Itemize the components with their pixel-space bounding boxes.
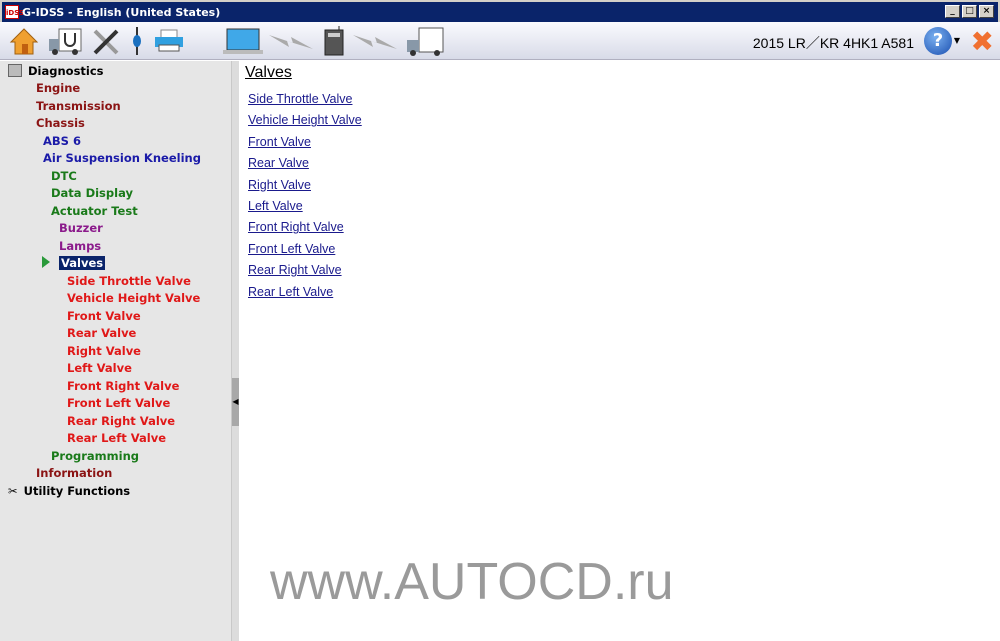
lightning-icon	[350, 26, 400, 56]
close-window-button[interactable]: ×	[979, 5, 994, 18]
app-icon: iDSS	[5, 5, 24, 19]
tree-item-label: Engine	[36, 81, 81, 95]
minimize-button[interactable]: _	[945, 5, 960, 18]
valve-link[interactable]: Rear Valve	[248, 156, 309, 170]
splitter[interactable]	[232, 61, 239, 641]
tree-item-label: Valves	[59, 256, 106, 270]
valve-link[interactable]: Front Left Valve	[248, 242, 335, 256]
wrench-icon: ✂	[8, 484, 18, 498]
maximize-button[interactable]: □	[962, 5, 977, 18]
tree-item[interactable]: Side Throttle Valve	[67, 273, 191, 289]
diagnostics-icon	[8, 64, 22, 77]
tree-item[interactable]: Engine	[36, 80, 80, 96]
tree-item-label: ABS 6	[43, 133, 81, 148]
tree-item-label: Rear Left Valve	[67, 431, 166, 445]
tree-item-label: Front Right Valve	[67, 378, 180, 393]
tree-item-label: Transmission	[36, 98, 121, 113]
tree-item[interactable]: Front Valve	[67, 308, 141, 324]
tree-item-label: Lamps	[59, 238, 102, 253]
tree-item-label: Front Valve	[67, 308, 141, 323]
page-title: Valves	[245, 64, 292, 81]
lightning-icon	[266, 26, 316, 56]
tree-item[interactable]: Vehicle Height Valve	[67, 290, 200, 306]
selected-arrow-icon	[42, 256, 50, 268]
valve-link[interactable]: Rear Right Valve	[248, 263, 342, 277]
tree-item-label: Data Display	[51, 186, 133, 200]
tree-item-label: Actuator Test	[51, 203, 138, 218]
valve-link[interactable]: Rear Left Valve	[248, 285, 333, 299]
tree-item[interactable]: Right Valve	[67, 343, 141, 359]
tree-item-label: Left Valve	[67, 361, 132, 375]
help-icon[interactable]: ?	[924, 27, 952, 55]
tree-item-label: Rear Valve	[67, 326, 137, 340]
tree-item[interactable]: Front Right Valve	[67, 378, 179, 394]
valve-link[interactable]: Right Valve	[248, 178, 311, 192]
tree-item-label: DTC	[51, 168, 77, 183]
tree-item[interactable]: Data Display	[51, 185, 133, 201]
tree-item-label: Rear Right Valve	[67, 413, 176, 428]
watermark: www.AUTOCD.ru	[270, 553, 674, 611]
valve-link[interactable]: Front Valve	[248, 135, 311, 149]
vehicle-info: 2015 LR／KR 4HK1 A581	[752, 35, 914, 51]
tree-item[interactable]: Lamps	[59, 238, 101, 254]
tree-item-label: Buzzer	[59, 221, 103, 235]
tree-item-label: Chassis	[36, 116, 85, 130]
tree-item-label: Programming	[51, 448, 139, 463]
tree-item[interactable]: Rear Left Valve	[67, 430, 166, 446]
tree-item[interactable]: Valves	[59, 255, 106, 271]
window-title: G-IDSS - English (United States)	[22, 5, 221, 19]
tree-item[interactable]: DTC	[51, 168, 77, 184]
tree-item-label: Air Suspension Kneeling	[43, 151, 201, 165]
title-bar: iDSS G-IDSS - English (United States) _ …	[0, 0, 1000, 22]
truck-icon	[404, 26, 446, 56]
tree-item-label: Vehicle Height Valve	[67, 291, 201, 305]
tree-item-diagnostics[interactable]: Diagnostics	[8, 63, 104, 79]
tree-item-label: Information	[36, 466, 113, 480]
exit-icon[interactable]: ✖	[971, 25, 994, 58]
tree-item[interactable]: Buzzer	[59, 220, 103, 236]
truck-diagnosis-icon[interactable]	[46, 26, 84, 56]
valve-link[interactable]: Side Throttle Valve	[248, 92, 352, 106]
laptop-icon[interactable]	[222, 26, 264, 56]
tree-item[interactable]: Front Left Valve	[67, 395, 170, 411]
tree-item[interactable]: Actuator Test	[51, 203, 138, 219]
tree-item[interactable]: Left Valve	[67, 360, 132, 376]
tree-item-label: Right Valve	[67, 343, 141, 358]
valve-link[interactable]: Vehicle Height Valve	[248, 113, 362, 127]
help-dropdown-icon[interactable]: ▼	[954, 36, 960, 45]
vci-device-icon	[322, 26, 346, 56]
tree-item[interactable]: Programming	[51, 448, 139, 464]
tree-item-utility-functions[interactable]: ✂ Utility Functions	[8, 483, 130, 499]
tree-item[interactable]: Air Suspension Kneeling	[43, 150, 201, 166]
collapse-panel-button[interactable]: ◀	[232, 378, 239, 426]
home-icon[interactable]	[8, 26, 40, 56]
tree-item[interactable]: Transmission	[36, 98, 121, 114]
tools-icon[interactable]	[90, 26, 122, 56]
tree-item-label: Side Throttle Valve	[67, 273, 191, 288]
valve-link[interactable]: Left Valve	[248, 199, 303, 213]
tree-item[interactable]: Information	[36, 465, 112, 481]
tree-item[interactable]: ABS 6	[43, 133, 81, 149]
tree-item-label: Front Left Valve	[67, 396, 171, 410]
printer-icon[interactable]	[152, 26, 186, 56]
toolbar: 2015 LR／KR 4HK1 A581 ? ▼ ✖	[0, 22, 1000, 60]
tree-item[interactable]: Rear Right Valve	[67, 413, 175, 429]
tree-item[interactable]: Rear Valve	[67, 325, 136, 341]
divider-icon	[130, 26, 144, 56]
tree-item[interactable]: Chassis	[36, 115, 85, 131]
valve-link[interactable]: Front Right Valve	[248, 220, 344, 234]
